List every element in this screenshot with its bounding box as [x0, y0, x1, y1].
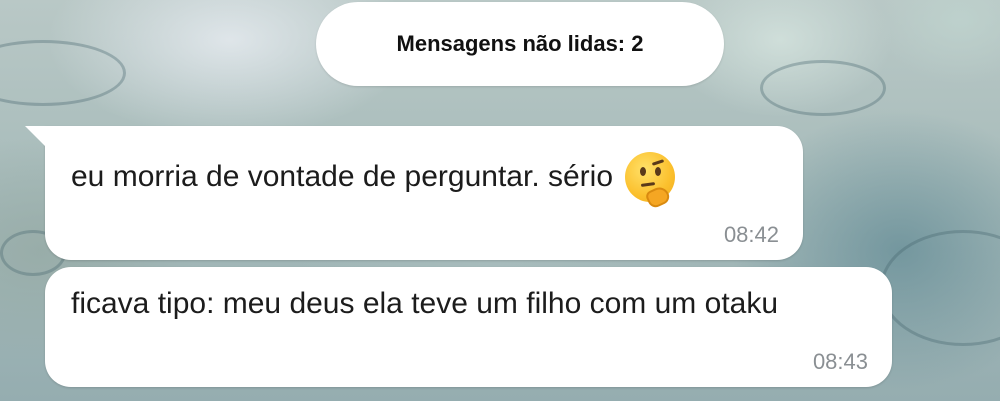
message-timestamp: 08:42 — [723, 222, 779, 247]
message-text: eu morria de vontade de perguntar. sério — [71, 160, 614, 193]
unread-messages-banner: Mensagens não lidas: 2 — [316, 2, 724, 86]
wallpaper-decoration — [0, 40, 126, 106]
message-bubble[interactable]: ficava tipo: meu deus ela teve um filho … — [45, 267, 892, 387]
thinking-face-icon — [625, 152, 676, 210]
wallpaper-decoration — [880, 230, 1000, 346]
message-timestamp: 08:43 — [812, 349, 868, 374]
wallpaper-decoration — [760, 60, 886, 116]
message-text: ficava tipo: meu deus ela teve um filho … — [71, 287, 779, 320]
message-content: eu morria de vontade de perguntar. sério — [71, 152, 676, 210]
unread-messages-label: Mensagens não lidas: 2 — [396, 31, 644, 56]
bubble-tail — [25, 126, 47, 148]
message-bubble[interactable]: eu morria de vontade de perguntar. sério… — [25, 126, 803, 260]
